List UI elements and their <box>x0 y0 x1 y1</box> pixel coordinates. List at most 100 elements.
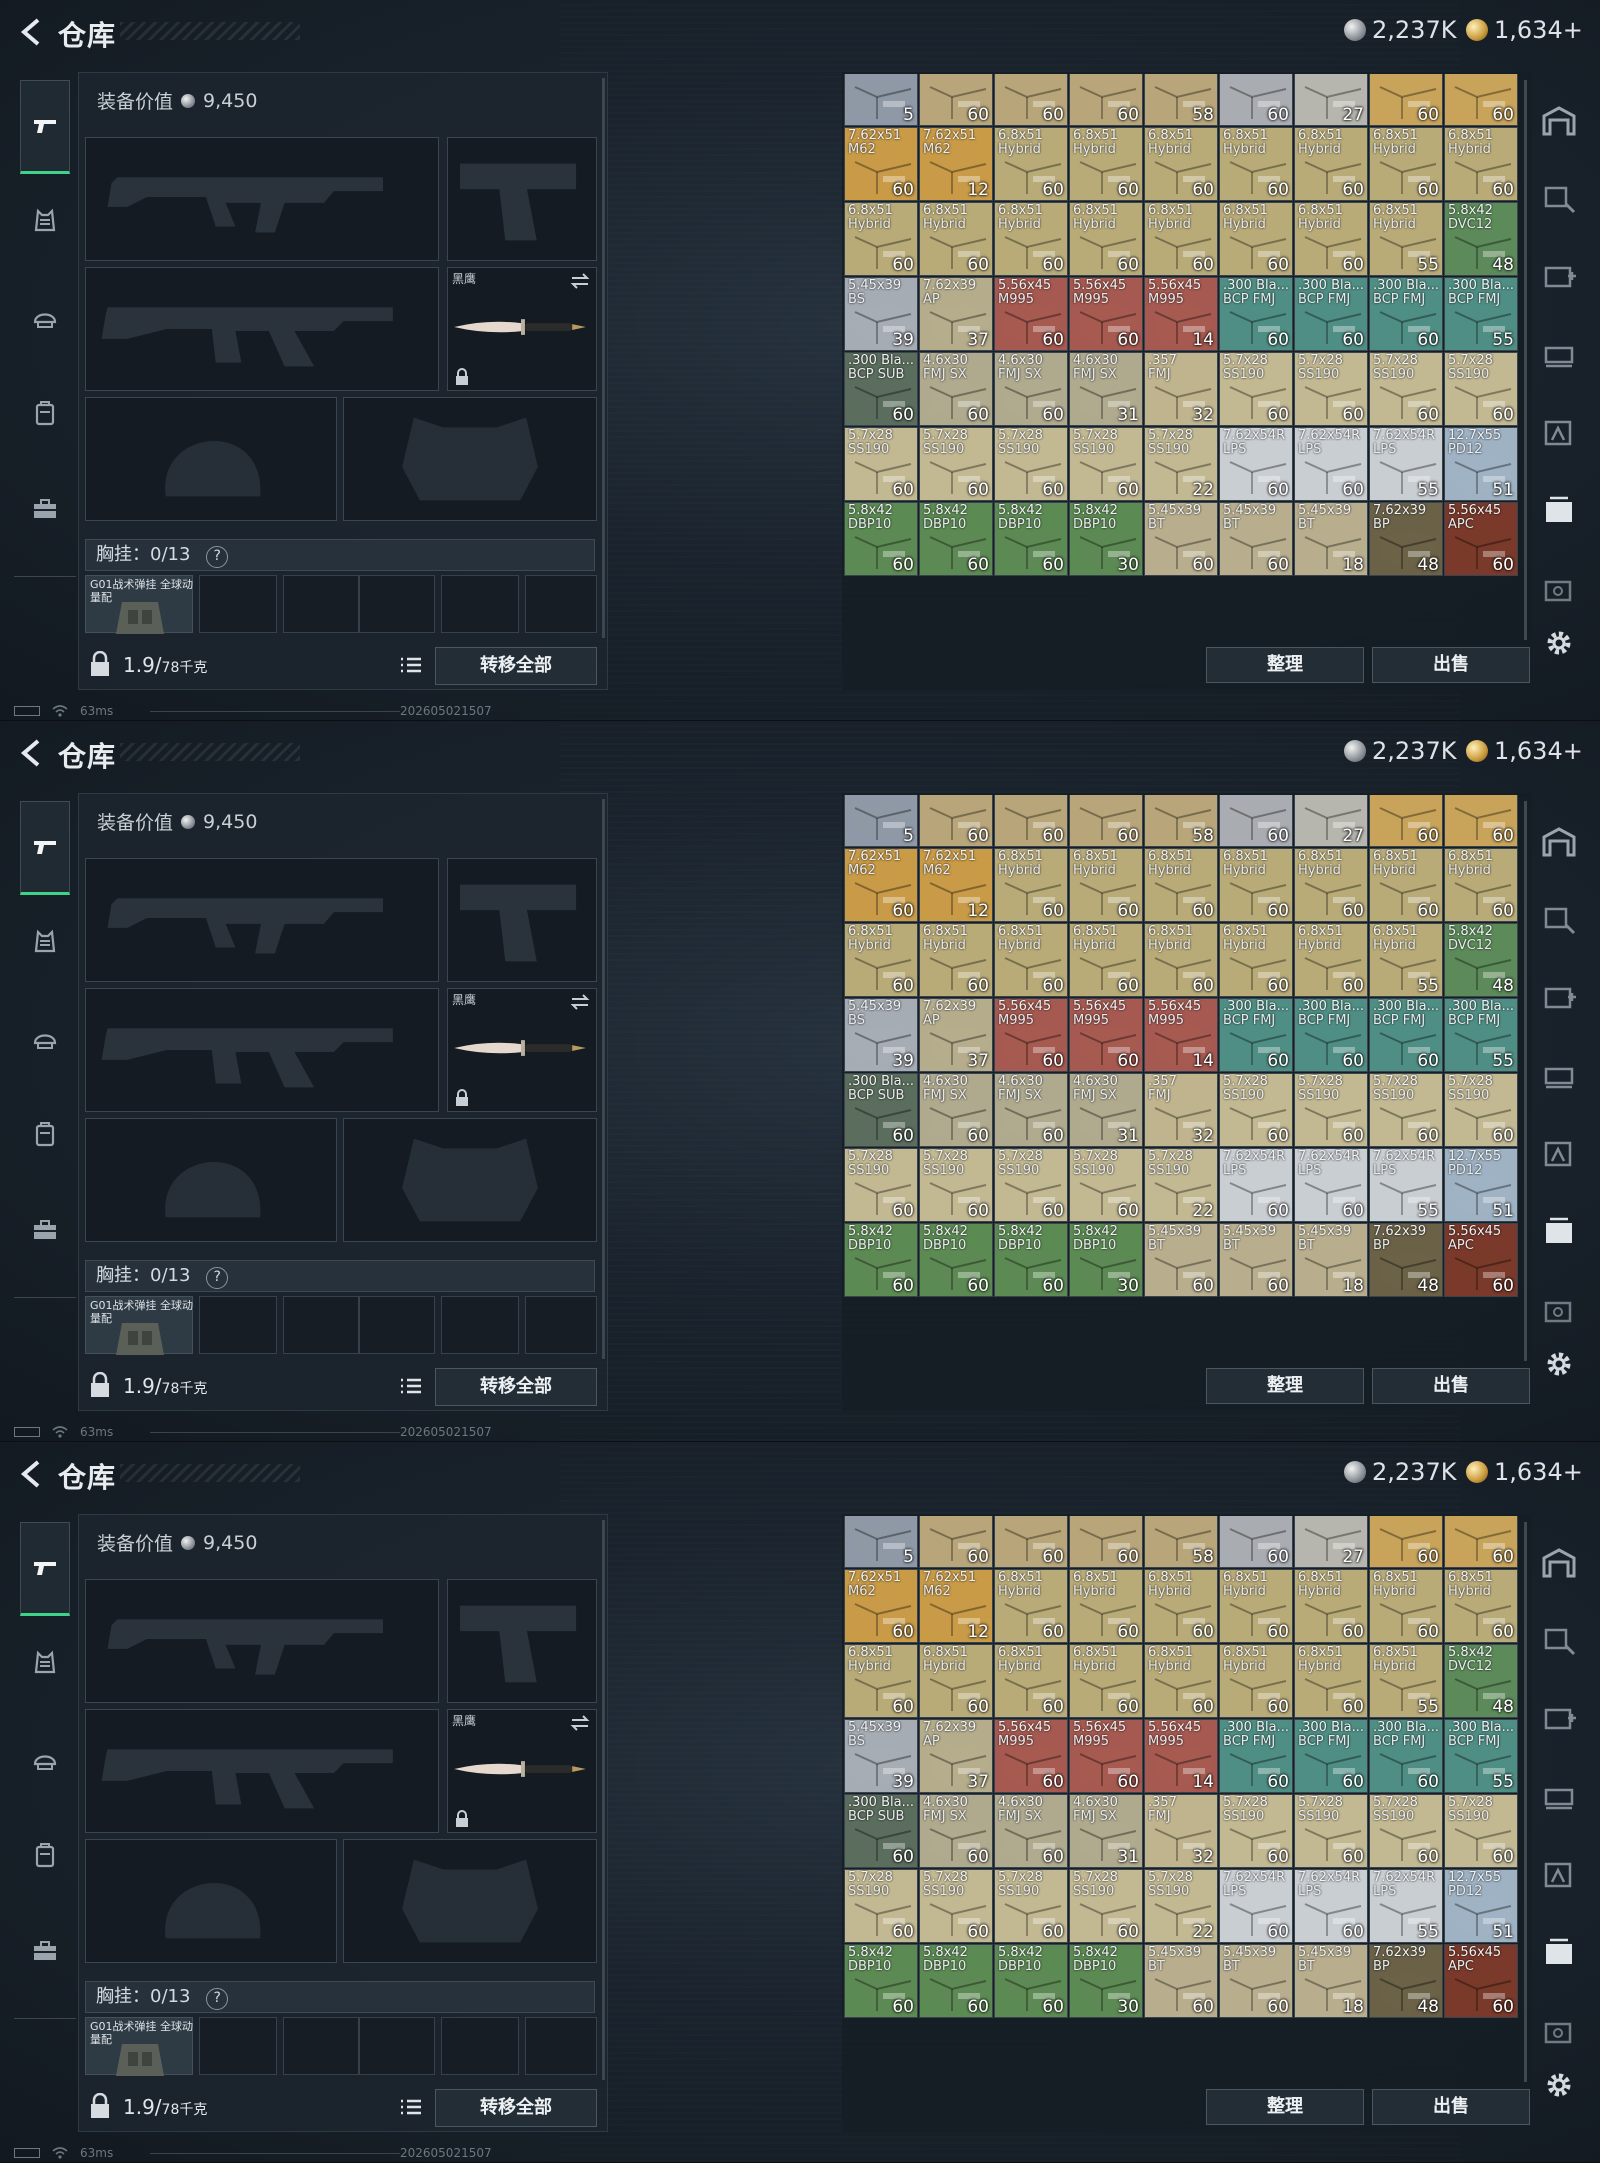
stash-item[interactable]: 6.8x51 Hybrid 60 <box>1294 1644 1368 1718</box>
stash-item[interactable]: 7.62x51 M62 60 <box>844 1569 918 1643</box>
stash-tab-4[interactable] <box>1538 1055 1580 1097</box>
stash-tab-5[interactable] <box>1538 1133 1580 1175</box>
stash-item[interactable]: 6.8x51 Hybrid 60 <box>1219 1644 1293 1718</box>
sell-button[interactable]: 出售 <box>1372 2089 1530 2125</box>
stash-item[interactable]: 5.45x39 BT 18 <box>1294 1944 1368 2018</box>
stash-item[interactable]: 7.62x54R LPS 60 <box>1294 1148 1368 1222</box>
stash-item[interactable]: 12.7x55 PD12 51 <box>1444 1148 1518 1222</box>
stash-item[interactable]: 27 <box>1294 795 1368 847</box>
stash-item[interactable]: 5.7x28 SS190 60 <box>1294 1073 1368 1147</box>
nav-helmet[interactable] <box>22 294 68 340</box>
stash-item[interactable]: 5.8x42 DBP10 60 <box>919 1944 993 2018</box>
stash-item[interactable]: 5.56x45 M995 14 <box>1144 1719 1218 1793</box>
stash-item[interactable]: 6.8x51 Hybrid 60 <box>1294 923 1368 997</box>
stash-scrollbar[interactable] <box>1524 801 1527 1361</box>
settings-button[interactable] <box>1538 1343 1580 1385</box>
equipment-scrollbar[interactable] <box>602 1520 605 2080</box>
stash-item[interactable]: .300 Bla... BCP FMJ 60 <box>1294 1719 1368 1793</box>
stash-item[interactable]: 6.8x51 Hybrid 60 <box>1444 848 1518 922</box>
stash-item[interactable]: 60 <box>919 795 993 847</box>
nav-case[interactable] <box>22 1207 68 1253</box>
stash-item[interactable]: 5.7x28 SS190 60 <box>994 427 1068 501</box>
stash-item[interactable]: 5.45x39 BT 18 <box>1294 1223 1368 1297</box>
chest-rig-item[interactable]: G01战术弹挂 全球动量配 <box>85 1296 193 1355</box>
lock-icon[interactable] <box>89 2093 111 2119</box>
stash-item[interactable]: 5.7x28 SS190 60 <box>1069 427 1143 501</box>
melee-slot[interactable]: 黑鹰 <box>447 988 597 1112</box>
stash-item[interactable]: 7.62x39 AP 37 <box>919 998 993 1072</box>
nav-helmet[interactable] <box>22 1736 68 1782</box>
stash-item[interactable]: 7.62x39 BP 48 <box>1369 1223 1443 1297</box>
stash-item[interactable]: 6.8x51 Hybrid 60 <box>994 1644 1068 1718</box>
stash-item[interactable]: 6.8x51 Hybrid 60 <box>994 127 1068 201</box>
help-icon[interactable]: ? <box>206 546 229 568</box>
rig-cell[interactable] <box>199 575 277 633</box>
stash-item[interactable]: 6.8x51 Hybrid 60 <box>994 923 1068 997</box>
stash-item[interactable]: 5.8x42 DVC12 48 <box>1444 1644 1518 1718</box>
stash-tab-7[interactable] <box>1538 1289 1580 1331</box>
stash-item[interactable]: .357 FMJ 32 <box>1144 1794 1218 1868</box>
stash-item[interactable]: 5.7x28 SS190 60 <box>844 1148 918 1222</box>
stash-item[interactable]: 60 <box>1444 1516 1518 1568</box>
stash-item[interactable]: 60 <box>1444 795 1518 847</box>
stash-item[interactable]: 58 <box>1144 795 1218 847</box>
nav-backpack[interactable] <box>22 1111 68 1157</box>
stash-item[interactable]: 7.62x54R LPS 60 <box>1219 1869 1293 1943</box>
stash-item[interactable]: .300 Bla... BCP FMJ 55 <box>1444 1719 1518 1793</box>
stash-tab-home[interactable] <box>1538 100 1580 142</box>
nav-backpack[interactable] <box>22 1832 68 1878</box>
stash-item[interactable]: .300 Bla... BCP FMJ 60 <box>1219 998 1293 1072</box>
stash-item[interactable]: 5.56x45 M995 60 <box>1069 277 1143 351</box>
stash-item[interactable]: 6.8x51 Hybrid 60 <box>1144 923 1218 997</box>
equipment-scrollbar[interactable] <box>602 799 605 1359</box>
stash-item[interactable]: 5.7x28 SS190 22 <box>1144 1869 1218 1943</box>
stash-item[interactable]: .357 FMJ 32 <box>1144 1073 1218 1147</box>
rig-cell[interactable] <box>283 575 359 633</box>
stash-item[interactable]: 7.62x51 M62 60 <box>844 127 918 201</box>
stash-item[interactable]: 5.8x42 DVC12 48 <box>1444 202 1518 276</box>
stash-item[interactable]: 5.7x28 SS190 60 <box>1069 1869 1143 1943</box>
primary-weapon-slot[interactable] <box>85 858 439 982</box>
stash-item[interactable]: 5.56x45 APC 60 <box>1444 1944 1518 2018</box>
rig-cell[interactable] <box>199 2017 277 2075</box>
stash-item[interactable]: 6.8x51 Hybrid 60 <box>1144 1569 1218 1643</box>
stash-item[interactable]: 5.7x28 SS190 60 <box>919 427 993 501</box>
stash-item[interactable]: 5.8x42 DBP10 30 <box>1069 1223 1143 1297</box>
stash-tab-home[interactable] <box>1538 1542 1580 1584</box>
nav-rig[interactable] <box>22 919 68 965</box>
stash-item[interactable]: 60 <box>1369 1516 1443 1568</box>
stash-item[interactable]: 5.8x42 DBP10 60 <box>919 1223 993 1297</box>
rig-cell[interactable] <box>359 575 435 633</box>
stash-item[interactable]: 5.45x39 BT 18 <box>1294 502 1368 576</box>
sidearm-slot[interactable] <box>447 137 597 261</box>
stash-scrollbar[interactable] <box>1524 1522 1527 2082</box>
stash-item[interactable]: 5.56x45 M995 60 <box>994 1719 1068 1793</box>
stash-item[interactable]: 5.7x28 SS190 60 <box>994 1869 1068 1943</box>
stash-item[interactable]: 6.8x51 Hybrid 55 <box>1369 923 1443 997</box>
stash-item[interactable]: 6.8x51 Hybrid 60 <box>844 202 918 276</box>
stash-item[interactable]: 6.8x51 Hybrid 60 <box>1069 848 1143 922</box>
stash-tab-6[interactable] <box>1538 1211 1580 1253</box>
stash-item[interactable]: 6.8x51 Hybrid 60 <box>1219 127 1293 201</box>
secondary-weapon-slot[interactable] <box>85 988 439 1112</box>
stash-tab-5[interactable] <box>1538 1854 1580 1896</box>
stash-tab-2[interactable] <box>1538 1620 1580 1662</box>
stash-item[interactable]: 6.8x51 Hybrid 60 <box>1219 1569 1293 1643</box>
nav-case[interactable] <box>22 486 68 532</box>
stash-item[interactable]: 6.8x51 Hybrid 60 <box>1144 848 1218 922</box>
stash-item[interactable]: 60 <box>1069 795 1143 847</box>
sort-button[interactable]: 整理 <box>1206 2089 1364 2125</box>
sort-button[interactable]: 整理 <box>1206 647 1364 683</box>
stash-item[interactable]: .300 Bla... BCP FMJ 60 <box>1294 277 1368 351</box>
stash-item[interactable]: 5.56x45 APC 60 <box>1444 502 1518 576</box>
stash-item[interactable]: 4.6x30 FMJ SX 60 <box>919 352 993 426</box>
nav-helmet[interactable] <box>22 1015 68 1061</box>
stash-item[interactable]: 6.8x51 Hybrid 55 <box>1369 1644 1443 1718</box>
stash-item[interactable]: 12.7x55 PD12 51 <box>1444 427 1518 501</box>
stash-item[interactable]: 12.7x55 PD12 51 <box>1444 1869 1518 1943</box>
stash-item[interactable]: .300 Bla... BCP SUB 60 <box>844 352 918 426</box>
melee-slot[interactable]: 黑鹰 <box>447 267 597 391</box>
stash-item[interactable]: 60 <box>994 1516 1068 1568</box>
stash-item[interactable]: 5.56x45 M995 14 <box>1144 998 1218 1072</box>
stash-item[interactable]: 5.56x45 M995 60 <box>994 998 1068 1072</box>
